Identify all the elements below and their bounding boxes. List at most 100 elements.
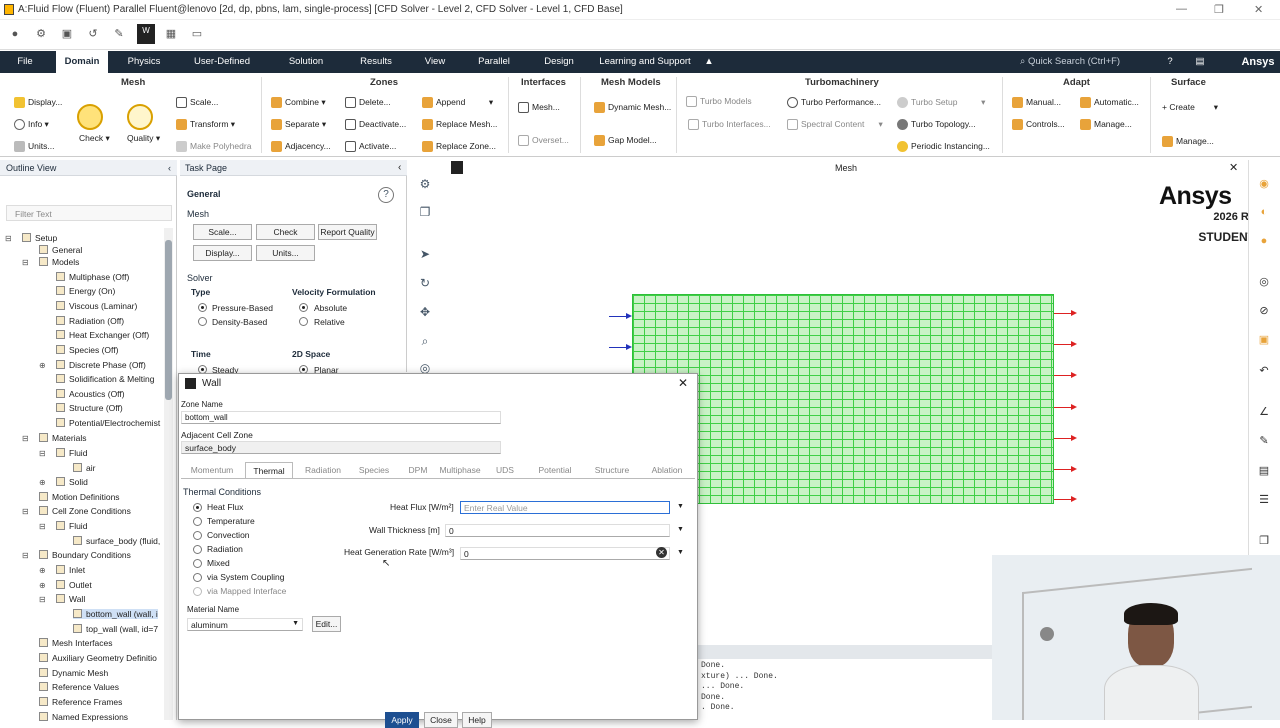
quick-search-input[interactable]: ⌕ Quick Search (Ctrl+F) [1020, 51, 1140, 73]
maximize-button[interactable]: ❐ [1214, 3, 1224, 16]
eye-hide-icon[interactable]: ⊘ [1256, 303, 1272, 319]
eye-icon[interactable]: ◎ [1256, 274, 1272, 290]
tab-design[interactable]: Design [538, 51, 580, 73]
thermal-option-radio[interactable] [193, 517, 202, 526]
display-button[interactable]: Display... [193, 245, 252, 261]
scrollbar-thumb[interactable] [165, 240, 172, 400]
outline-scrollbar[interactable] [164, 228, 173, 720]
tab-user-defined[interactable]: User-Defined [186, 51, 258, 73]
dialog-close-icon[interactable]: ✕ [678, 376, 688, 390]
mesh-units-button[interactable]: Units... [14, 140, 54, 153]
zone-name-field[interactable]: bottom_wall [181, 411, 501, 424]
rotate-icon[interactable]: ↻ [415, 273, 435, 293]
tab-file[interactable]: File [8, 51, 42, 73]
heat-flux-dropdown-icon[interactable]: ▼ [677, 503, 684, 510]
tree-item[interactable]: Materials [39, 433, 86, 443]
tab-radiation[interactable]: Radiation [297, 462, 349, 478]
gap-model-button[interactable]: Gap Model... [594, 134, 657, 147]
tab-ablation[interactable]: Ablation [643, 462, 691, 478]
thermal-option-radio[interactable] [193, 545, 202, 554]
list-icon[interactable]: ☰ [1256, 492, 1272, 508]
tree-item[interactable]: Outlet [56, 580, 92, 590]
view-icon[interactable]: ▭ [190, 27, 204, 41]
turbo-topology-button[interactable]: Turbo Topology... [897, 118, 976, 131]
tree-expander-icon[interactable]: ⊕ [39, 478, 46, 487]
report-quality-button[interactable]: Report Quality [318, 224, 377, 240]
tree-item[interactable]: Models [39, 257, 79, 267]
clear-icon[interactable]: ✕ [656, 547, 667, 558]
layout-icon[interactable]: ▦ [164, 27, 178, 41]
tab-parallel[interactable]: Parallel [472, 51, 516, 73]
tree-item[interactable]: Discrete Phase (Off) [56, 360, 146, 370]
copy-icon[interactable]: ❐ [415, 202, 435, 222]
settings-icon[interactable]: ⚙ [415, 174, 435, 194]
thermal-option-radio[interactable] [193, 531, 202, 540]
spectral-content-button[interactable]: Spectral Content ▾ [787, 118, 883, 131]
tree-item[interactable]: Solid [56, 477, 88, 487]
tree-item[interactable]: top_wall (wall, id=7 [73, 624, 158, 634]
zones-deactivate-button[interactable]: Deactivate... [345, 118, 406, 131]
tab-multiphase[interactable]: Multiphase [437, 462, 483, 478]
tree-expander-icon[interactable]: ⊟ [22, 434, 29, 443]
tab-potential[interactable]: Potential [527, 462, 583, 478]
tree-item[interactable]: Fluid [56, 521, 87, 531]
tree-item[interactable]: bottom_wall (wall, i [73, 609, 158, 619]
close-button[interactable]: Close [424, 712, 458, 728]
density-based-radio[interactable] [198, 317, 207, 326]
periodic-instancing-button[interactable]: Periodic Instancing... [897, 140, 990, 153]
interfaces-mesh-button[interactable]: Mesh... [518, 101, 560, 114]
dynamic-mesh-button[interactable]: Dynamic Mesh... [594, 101, 671, 114]
tree-item[interactable]: Acoustics (Off) [56, 389, 125, 399]
leaf-icon[interactable]: ◐ [1256, 204, 1272, 220]
scale-button[interactable]: Scale... [193, 224, 252, 240]
tree-expander-icon[interactable]: ⊟ [39, 449, 46, 458]
tab-results[interactable]: Results [350, 51, 402, 73]
tab-structure[interactable]: Structure [585, 462, 639, 478]
absolute-radio[interactable] [299, 303, 308, 312]
zones-adjacency-button[interactable]: Adjacency... [271, 140, 331, 153]
notes-icon[interactable]: ▤ [1192, 51, 1208, 73]
heat-generation-dropdown-icon[interactable]: ▼ [677, 549, 684, 556]
zones-append-button[interactable]: Append ▾ [422, 96, 493, 109]
tab-physics[interactable]: Physics [118, 51, 170, 73]
tree-expander-icon[interactable]: ⊕ [39, 566, 46, 575]
tree-item[interactable]: Wall [56, 594, 85, 604]
turbo-interfaces-button[interactable]: Turbo Interfaces... [688, 118, 771, 131]
mesh-display-button[interactable]: Display... [14, 96, 62, 109]
folder-icon[interactable]: ▣ [1256, 332, 1272, 348]
tree-expander-icon[interactable]: ⊕ [39, 581, 46, 590]
thermal-option-radio[interactable] [193, 559, 202, 568]
wall-thickness-input[interactable]: 0 [445, 524, 670, 537]
tree-expander-icon[interactable]: ⊟ [39, 595, 46, 604]
collapse-panel-icon[interactable]: ‹ [168, 163, 171, 173]
material-select[interactable]: aluminum ▼ [187, 618, 303, 631]
tree-item[interactable]: Energy (On) [56, 286, 115, 296]
mesh-transform-button[interactable]: Transform ▾ [176, 118, 235, 131]
zones-separate-button[interactable]: Separate ▾ [271, 118, 326, 131]
heat-generation-input[interactable]: 0 [460, 547, 670, 560]
tree-item[interactable]: Radiation (Off) [56, 316, 124, 326]
zones-combine-button[interactable]: Combine ▾ [271, 96, 326, 109]
adapt-manage-button[interactable]: Manage... [1080, 118, 1132, 131]
collapse-ribbon-icon[interactable]: ▲ [702, 51, 716, 73]
tab-thermal[interactable]: Thermal [245, 462, 293, 478]
replace-zone-button[interactable]: Replace Zone... [422, 140, 496, 153]
tree-expander-icon[interactable]: ⊟ [39, 522, 46, 531]
close-graphics-icon[interactable]: ✕ [1229, 161, 1238, 174]
check-button[interactable]: Check [256, 224, 315, 240]
pan-icon[interactable]: ✥ [415, 302, 435, 322]
settings-icon[interactable]: ⚙ [34, 27, 48, 41]
overset-button[interactable]: Overset... [518, 134, 569, 147]
make-polyhedra-button[interactable]: Make Polyhedra [176, 140, 251, 153]
minimize-button[interactable]: — [1176, 3, 1187, 15]
adapt-manual-button[interactable]: Manual... [1012, 96, 1061, 109]
help-button[interactable]: Help [462, 712, 492, 728]
tree-item[interactable]: Boundary Conditions [39, 550, 131, 560]
mesh-check-button[interactable]: Check ▾ [79, 132, 110, 144]
help-icon[interactable]: ? [1162, 51, 1178, 73]
tree-item[interactable]: Mesh Interfaces [39, 638, 112, 648]
console-panel[interactable]: Done. xture) ... Done. ... Done. Done. .… [697, 645, 992, 720]
wand-icon[interactable]: ✎ [112, 27, 126, 41]
pencil-icon[interactable]: ✎ [1256, 433, 1272, 449]
zones-delete-button[interactable]: Delete... [345, 96, 391, 109]
